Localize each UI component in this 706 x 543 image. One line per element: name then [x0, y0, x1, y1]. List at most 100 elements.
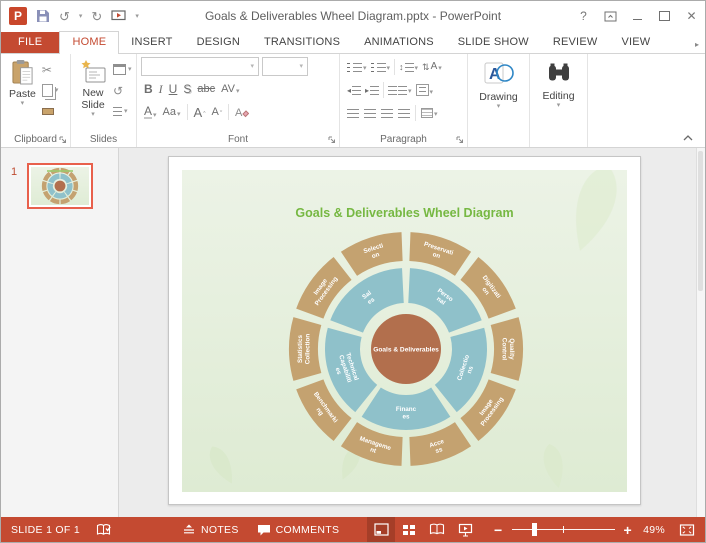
convert-to-smartart-button[interactable]: ▾ — [421, 108, 438, 118]
drawing-icon: A — [484, 62, 514, 84]
tab-insert[interactable]: INSERT — [119, 32, 184, 53]
drawing-dropdown-icon[interactable]: ▾ — [497, 103, 501, 110]
minimize-button[interactable] — [624, 1, 651, 31]
wheel-segment-quality-control[interactable] — [490, 317, 524, 381]
wheel-segment-finances[interactable] — [53, 191, 67, 199]
normal-view-button[interactable] — [367, 517, 396, 542]
new-slide-button[interactable]: New Slide ▾ — [75, 57, 111, 120]
increase-font-size-button[interactable]: Aˆ — [194, 106, 206, 119]
align-center-button[interactable] — [364, 108, 376, 118]
fit-to-window-button[interactable] — [673, 517, 701, 542]
slide-layout-button[interactable]: ▾ — [111, 61, 134, 78]
powerpoint-window: P ↺ ▾ ↻ ▾ Goals & Deliverables Wheel Diag… — [0, 0, 706, 543]
underline-button[interactable]: U — [169, 83, 178, 95]
customize-qat-icon[interactable]: ▾ — [135, 13, 139, 20]
font-size-combobox[interactable]: ▾ — [262, 57, 308, 76]
close-button[interactable]: ✕ — [678, 1, 705, 31]
paragraph-group: ▾ ▾ ↕ ▾ ⇅ A ▾ ◂ ▸ ▾ ▾ ▾ Paragraph — [340, 54, 468, 147]
zoom-level[interactable]: 49% — [635, 524, 665, 536]
reading-view-icon — [429, 523, 445, 535]
normal-view-icon — [373, 523, 389, 536]
strikethrough-button[interactable]: abc — [197, 83, 215, 95]
tab-animations[interactable]: ANIMATIONS — [352, 32, 446, 53]
wheel-segment-statistics-collection[interactable] — [41, 181, 47, 191]
text-shadow-button[interactable]: S — [183, 83, 191, 95]
slide-title-text[interactable]: Goals & Deliverables Wheel Diagram — [182, 206, 627, 220]
tab-slide-show[interactable]: SLIDE SHOW — [446, 32, 541, 53]
font-color-button[interactable]: A ▾ — [144, 105, 157, 119]
wheel-center-circle[interactable] — [371, 314, 441, 384]
undo-icon[interactable]: ↺ — [59, 10, 70, 23]
paste-button[interactable]: Paste ▾ — [5, 57, 40, 120]
clear-formatting-button[interactable]: A — [235, 106, 250, 118]
comments-button[interactable]: COMMENTS — [257, 524, 340, 536]
slide-sorter-view-button[interactable] — [395, 517, 423, 542]
tab-file[interactable]: FILE — [1, 32, 60, 53]
align-text-button[interactable]: ▾ — [415, 84, 433, 96]
editing-dropdown-icon[interactable]: ▾ — [557, 102, 561, 109]
drawing-button[interactable]: A Drawing ▾ — [472, 57, 525, 112]
align-right-button[interactable] — [381, 108, 393, 118]
ribbon-display-options-button[interactable] — [597, 1, 624, 31]
wheel-segment-quality-control[interactable] — [73, 181, 79, 191]
tab-view[interactable]: VIEW — [609, 32, 662, 53]
save-icon[interactable] — [36, 9, 50, 23]
line-spacing-button[interactable]: ↕ ▾ — [399, 62, 418, 72]
slide-background-image[interactable]: Preservation Digitization QualityControl Im… — [182, 170, 627, 492]
bullets-button[interactable]: ▾ — [347, 62, 367, 72]
clipboard-dialog-launcher-icon[interactable] — [59, 136, 67, 144]
wheel-segment-statistics-collection[interactable] — [288, 317, 322, 381]
reading-view-button[interactable] — [423, 517, 451, 542]
justify-button[interactable] — [398, 108, 410, 118]
section-button[interactable]: ▾ — [111, 103, 134, 120]
comments-icon — [257, 524, 270, 535]
text-direction-button[interactable]: ⇅ A ▾ — [422, 62, 442, 73]
italic-button[interactable]: I — [159, 83, 163, 95]
new-slide-dropdown-icon[interactable]: ▾ — [91, 111, 95, 118]
slide-page[interactable]: Preservation Digitization QualityControl Im… — [168, 156, 641, 505]
zoom-out-button[interactable]: − — [491, 522, 505, 538]
wheel-center-circle[interactable] — [54, 180, 66, 192]
zoom-slider[interactable] — [511, 517, 615, 542]
notes-button[interactable]: NOTES — [182, 524, 239, 536]
tab-scroll-right-icon[interactable]: ▸ — [692, 36, 702, 53]
zoom-in-button[interactable]: + — [621, 522, 635, 538]
start-slideshow-icon[interactable] — [111, 10, 126, 22]
maximize-button[interactable] — [651, 1, 678, 31]
undo-dropdown-icon[interactable]: ▾ — [79, 13, 83, 20]
font-dialog-launcher-icon[interactable] — [328, 136, 336, 144]
vertical-scrollbar[interactable] — [696, 148, 705, 517]
redo-icon[interactable]: ↻ — [91, 10, 102, 23]
slide-show-view-button[interactable] — [451, 517, 479, 542]
help-button[interactable]: ? — [570, 1, 597, 31]
tab-home[interactable]: HOME — [59, 31, 120, 54]
slide-thumbnail[interactable] — [27, 163, 93, 209]
bold-button[interactable]: B — [144, 83, 153, 95]
fit-to-window-icon — [679, 523, 695, 536]
paragraph-dialog-launcher-icon[interactable] — [456, 136, 464, 144]
numbering-button[interactable]: ▾ — [370, 62, 390, 72]
columns-button[interactable]: ▾ — [388, 85, 412, 95]
tab-design[interactable]: DESIGN — [185, 32, 252, 53]
editing-button[interactable]: Editing ▾ — [534, 57, 583, 111]
cut-button[interactable]: ✂ — [40, 61, 61, 78]
scrollbar-thumb[interactable] — [698, 151, 703, 291]
change-case-button[interactable]: Aa ▾ — [163, 106, 181, 118]
tab-review[interactable]: REVIEW — [541, 32, 610, 53]
tab-transitions[interactable]: TRANSITIONS — [252, 32, 352, 53]
spell-check-button[interactable] — [96, 523, 112, 537]
increase-indent-button[interactable]: ▸ — [365, 85, 380, 95]
paste-dropdown-icon[interactable]: ▾ — [21, 100, 25, 107]
powerpoint-logo-icon[interactable]: P — [9, 7, 27, 25]
character-spacing-button[interactable]: AV ▾ — [221, 83, 239, 95]
decrease-indent-button[interactable]: ◂ — [347, 85, 362, 95]
font-family-combobox[interactable]: ▾ — [141, 57, 259, 76]
copy-button[interactable]: ▾ — [40, 82, 61, 99]
reset-slide-button[interactable]: ↺ — [111, 82, 134, 99]
zoom-slider-thumb[interactable] — [532, 523, 538, 536]
format-painter-button[interactable] — [40, 103, 61, 120]
align-left-button[interactable] — [347, 108, 359, 118]
collapse-ribbon-icon[interactable] — [683, 135, 693, 141]
wheel-segment-finances[interactable] — [361, 387, 451, 431]
decrease-font-size-button[interactable]: Aˇ — [212, 106, 223, 118]
